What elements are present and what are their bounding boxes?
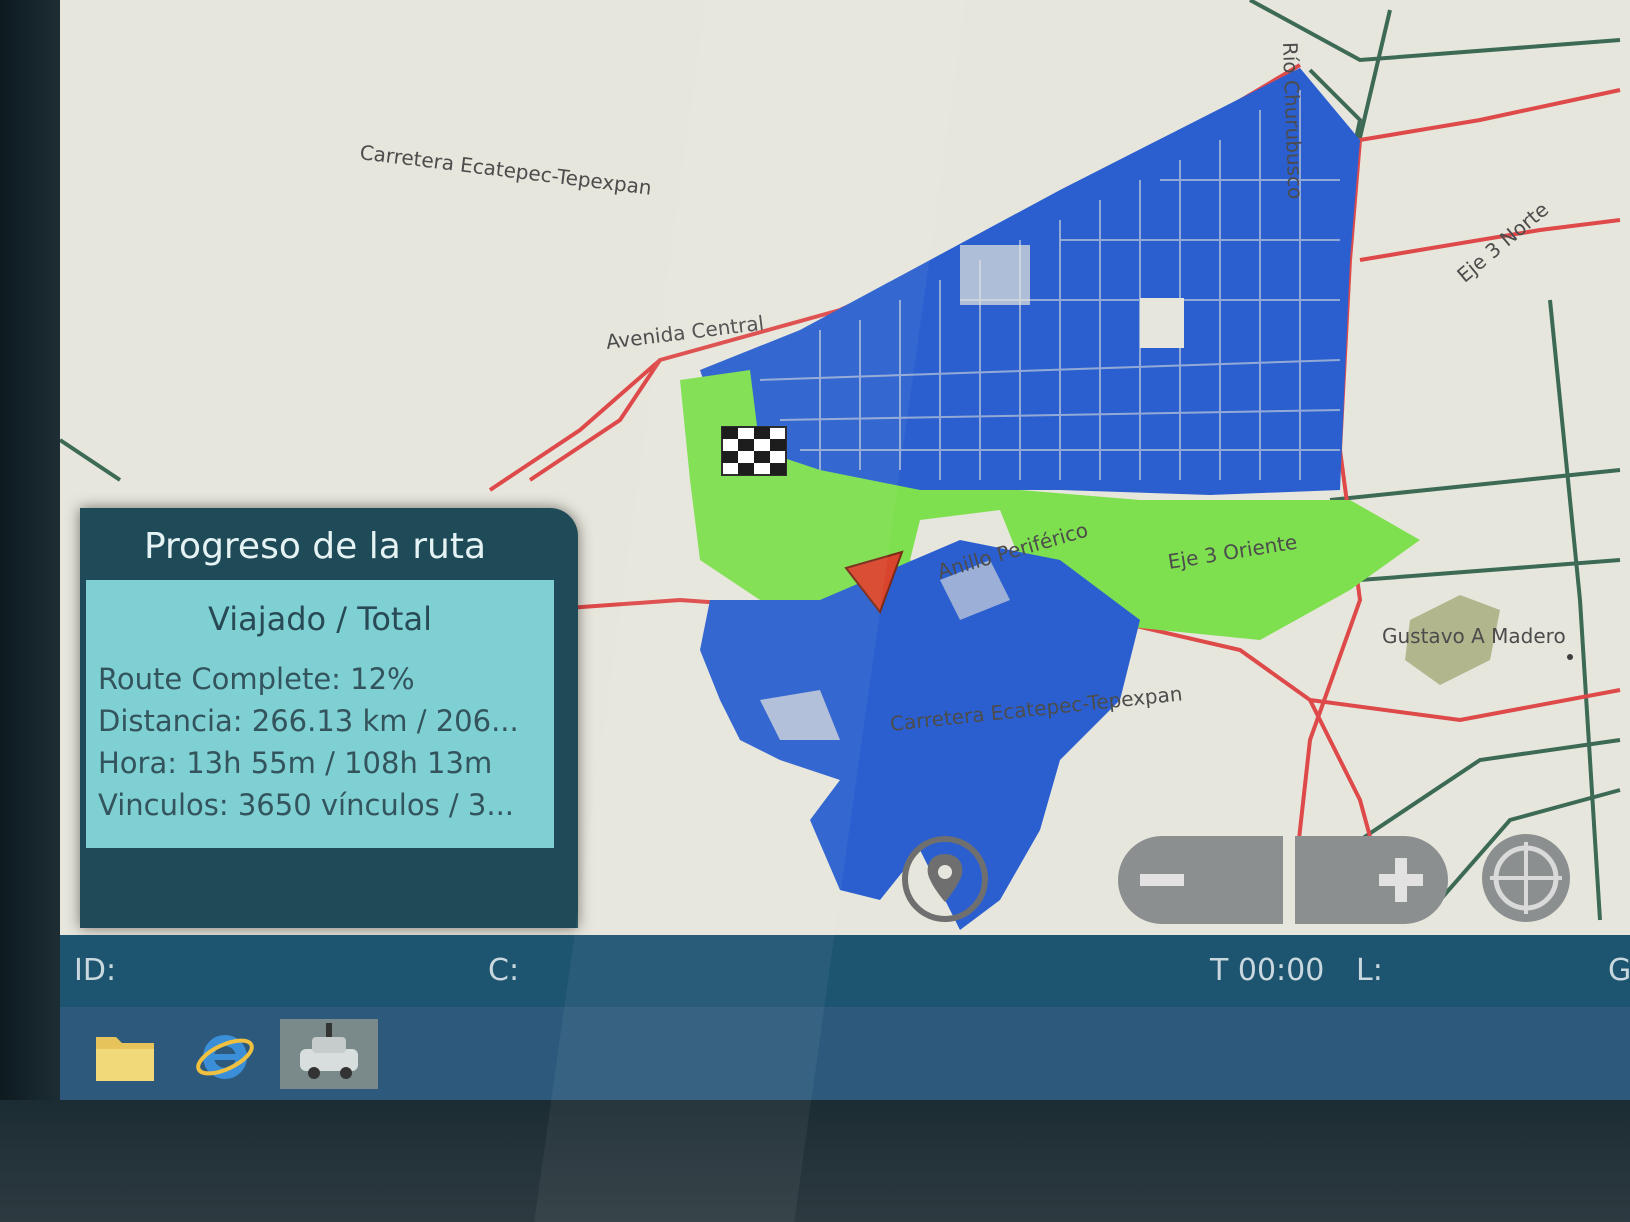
time-readout: T 00:00 [1210, 953, 1325, 988]
finish-flag-icon [721, 426, 787, 476]
c-label: C: [488, 953, 520, 988]
compass-icon [1482, 834, 1570, 922]
panel-subtitle: Viajado / Total [208, 600, 432, 638]
zoom-divider [1283, 836, 1295, 924]
folder-icon[interactable] [94, 1027, 156, 1083]
zoom-in-button[interactable] [1295, 836, 1448, 924]
panel-body: Viajado / Total Route Complete: 12% Dist… [86, 580, 554, 848]
screen: Carretera Ecatepec-Tepexpan Avenida Cent… [60, 0, 1630, 1100]
location-pin-icon [902, 836, 988, 922]
minus-icon [1140, 874, 1184, 886]
links-text: Vinculos: 3650 vínculos / 3... [98, 788, 515, 822]
zoom-out-button[interactable] [1118, 836, 1283, 924]
city-dot [1567, 654, 1573, 660]
map-label-place: Gustavo A Madero [1382, 624, 1566, 648]
zoom-controls [1118, 836, 1448, 924]
l-label: L: [1356, 953, 1383, 988]
compass-button[interactable] [1478, 830, 1574, 926]
route-progress-panel: Progreso de la ruta Viajado / Total Rout… [80, 508, 578, 928]
road-secondary [1548, 299, 1602, 921]
g-label: G [1608, 953, 1630, 988]
road-secondary [1329, 468, 1621, 502]
road-secondary [60, 438, 122, 482]
map-block [960, 245, 1030, 305]
road-secondary [1358, 738, 1621, 842]
distance-text: Distancia: 266.13 km / 206... [98, 704, 519, 738]
taskbar [60, 1007, 1630, 1100]
status-bar: ID: C: T 00:00 L: G [60, 935, 1630, 1007]
vehicle-app-icon[interactable] [280, 1019, 378, 1089]
internet-explorer-icon[interactable] [194, 1027, 256, 1085]
road-secondary [1359, 558, 1621, 582]
map-block [1140, 298, 1184, 348]
road-secondary [1249, 0, 1621, 63]
time-text: Hora: 13h 55m / 108h 13m [98, 746, 493, 780]
plus-icon [1379, 858, 1423, 902]
monitor-bezel-bottom [0, 1100, 1630, 1222]
route-complete-text: Route Complete: 12% [98, 662, 415, 696]
id-label: ID: [74, 953, 117, 988]
locate-button[interactable] [900, 834, 990, 924]
panel-title: Progreso de la ruta [143, 526, 487, 567]
